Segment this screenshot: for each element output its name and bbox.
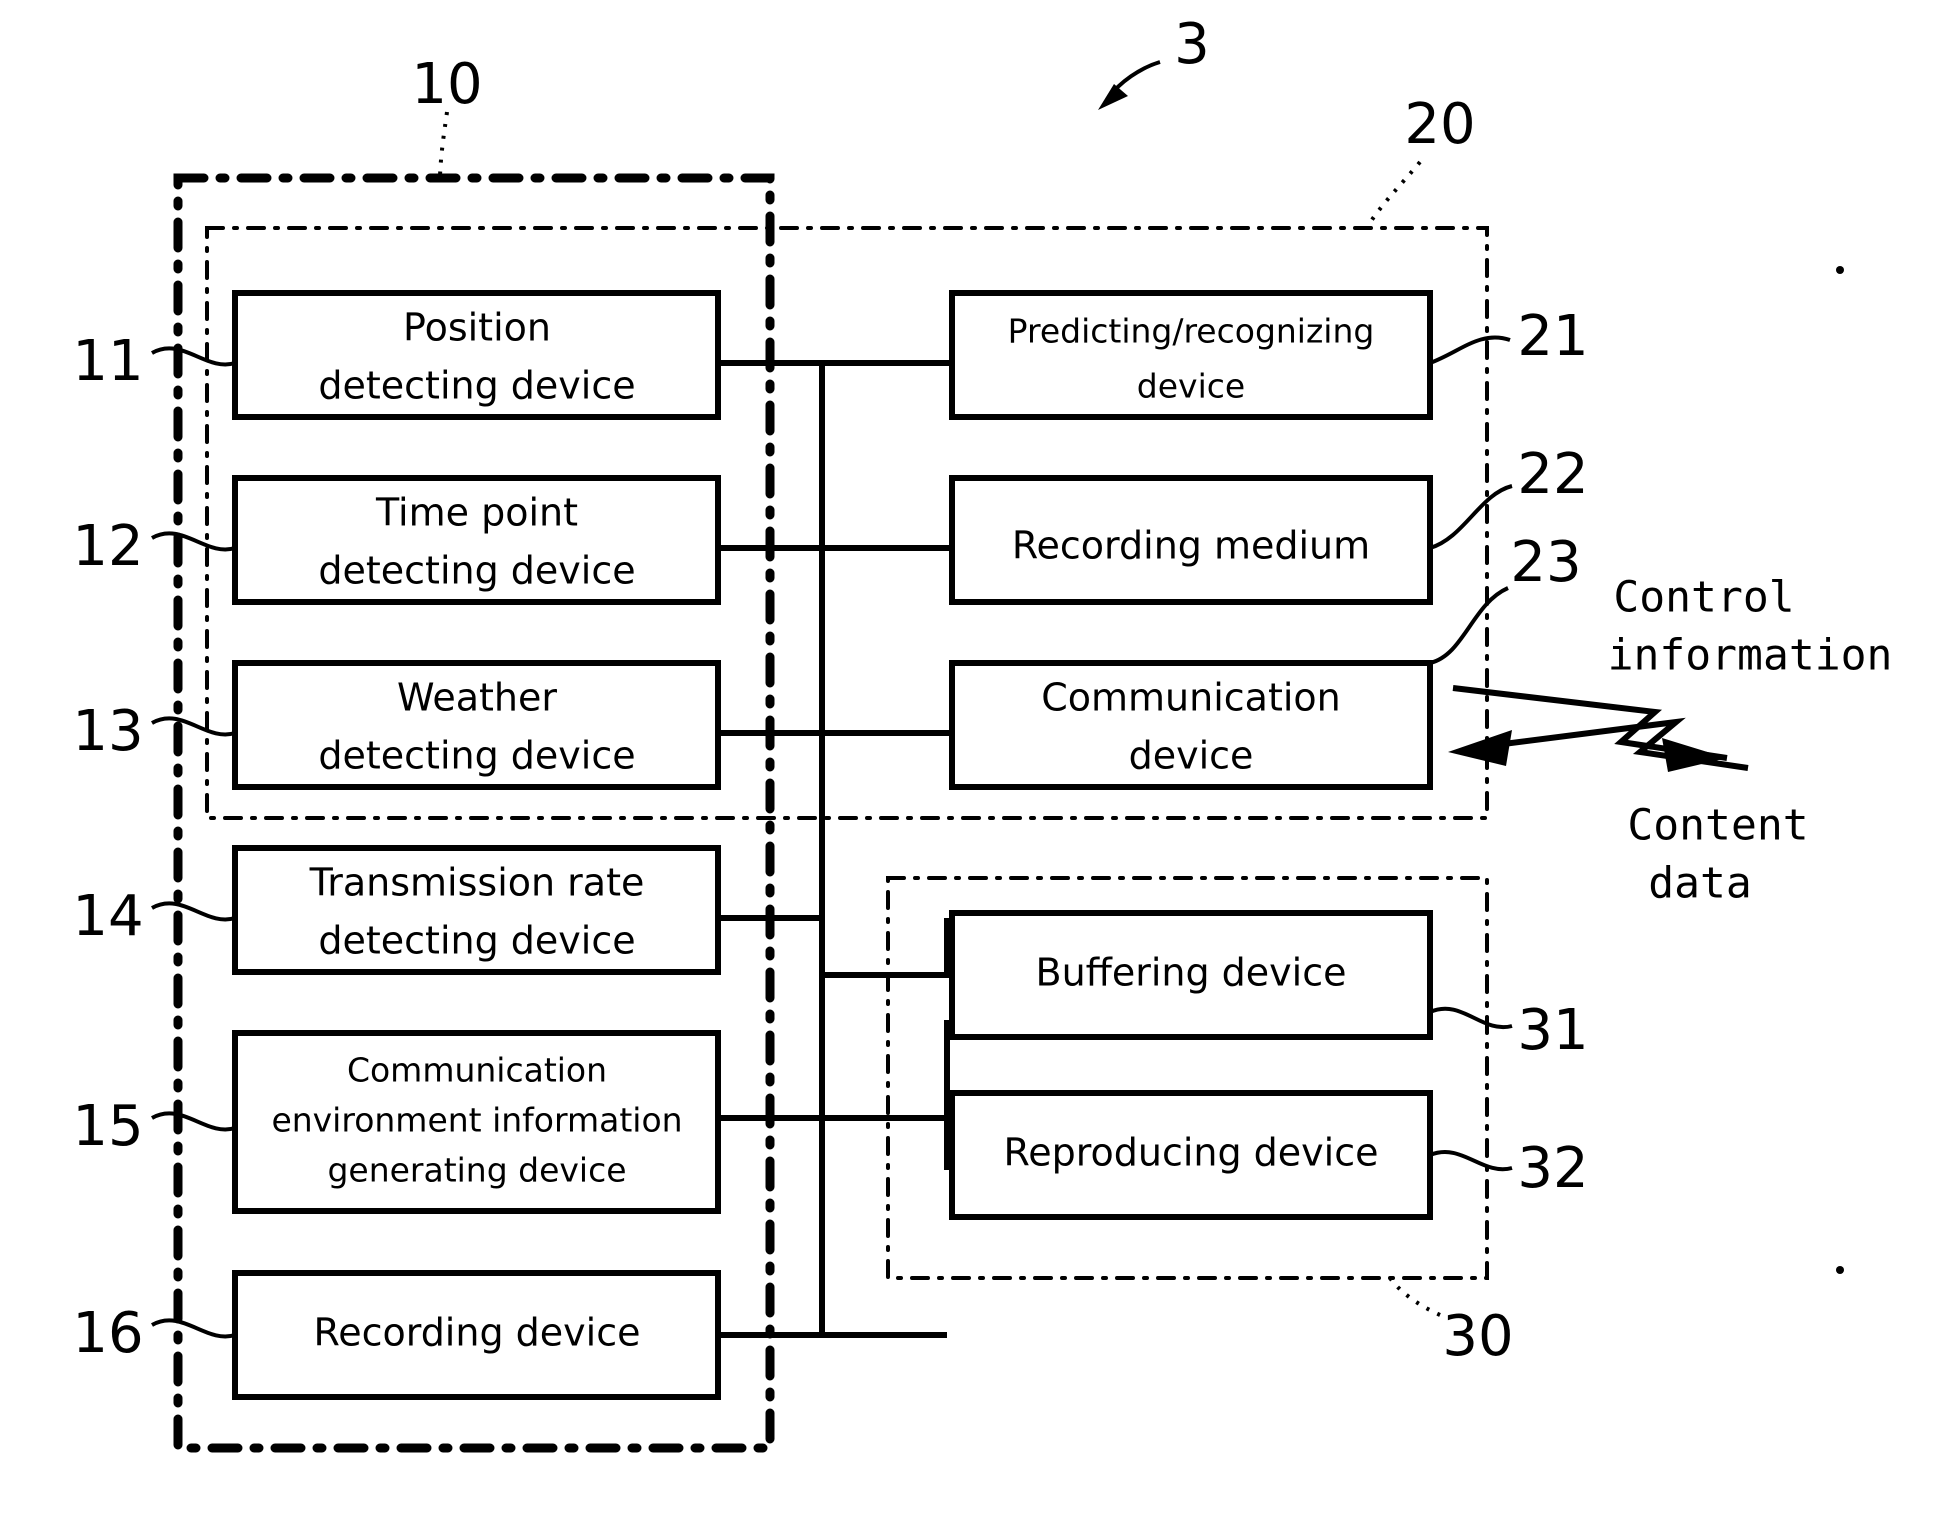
ref-15: 15 [72,1094,143,1159]
ref-16: 16 [72,1301,143,1366]
block-12-line-2: detecting device [318,549,635,593]
ref-30: 30 [1442,1304,1513,1369]
leader-22 [1429,484,1513,550]
diagram-canvas: Position detecting device Time point det… [72,12,1893,1453]
block-23-line-1: Communication [1041,676,1341,720]
leader-11 [151,346,236,367]
signal-content-data: Content data [1448,717,1809,909]
block-14-line-1: Transmission rate [309,861,645,905]
control-information-label-line-1: Control [1613,573,1794,623]
block-15-line-3: generating device [327,1151,626,1190]
block-recording-device[interactable]: Recording device [232,1270,721,1400]
block-22-line-1: Recording medium [1012,524,1370,568]
block-12-line-1: Time point [375,491,578,535]
block-15-line-1: Communication [347,1051,607,1090]
block-weather-detecting-device[interactable]: Weather detecting device [232,660,721,790]
content-data-label-line-2: data [1648,859,1752,909]
block-13-line-2: detecting device [318,734,635,778]
leader-10 [438,111,449,177]
ref-14: 14 [72,884,143,949]
block-31-line-1: Buffering device [1036,951,1347,995]
ref-10: 10 [411,52,482,117]
content-data-label-line-1: Content [1627,801,1808,851]
leader-14 [151,901,236,922]
scan-speck-top-right [1836,266,1844,274]
block-16-line-1: Recording device [314,1311,641,1355]
block-14-line-2: detecting device [318,919,635,963]
block-communication-device[interactable]: Communication device [949,660,1433,790]
block-predicting-recognizing-device[interactable]: Predicting/recognizing device [949,290,1433,420]
ref-22: 22 [1517,442,1588,507]
block-reproducing-device[interactable]: Reproducing device [949,1090,1433,1220]
ref-12: 12 [72,514,143,579]
patent-figure: Position detecting device Time point det… [0,0,1933,1514]
control-information-label-line-2: information [1608,631,1893,681]
ref-31: 31 [1517,998,1588,1063]
block-32-line-1: Reproducing device [1004,1131,1379,1175]
block-recording-medium[interactable]: Recording medium [949,475,1433,605]
leader-15 [151,1111,236,1132]
block-15-line-2: environment information [271,1101,682,1140]
leader-30 [1388,1276,1441,1317]
leader-32 [1429,1150,1513,1172]
leader-20 [1366,160,1422,228]
arrowhead-3 [1098,84,1128,110]
leader-16 [151,1318,236,1339]
block-communication-environment-information-generating-device[interactable]: Communication environment information ge… [232,1030,721,1214]
ref-21: 21 [1517,304,1588,369]
ref-3: 3 [1174,12,1210,77]
block-time-point-detecting-device[interactable]: Time point detecting device [232,475,721,605]
block-21-line-1: Predicting/recognizing [1008,312,1375,351]
block-buffering-device[interactable]: Buffering device [949,910,1433,1040]
block-11-line-2: detecting device [318,364,635,408]
block-11-line-1: Position [403,306,551,350]
ref-11: 11 [72,329,143,394]
block-transmission-rate-detecting-device[interactable]: Transmission rate detecting device [232,845,721,975]
leader-31 [1429,1006,1513,1030]
block-23-line-2: device [1129,734,1254,778]
leader-21 [1429,335,1511,365]
ref-23: 23 [1510,530,1581,595]
block-13-line-1: Weather [397,676,557,720]
leader-13 [151,716,236,737]
ref-13: 13 [72,699,143,764]
scan-speck-bottom-right [1836,1266,1844,1274]
leader-23 [1429,586,1509,665]
ref-32: 32 [1517,1136,1588,1201]
block-position-detecting-device[interactable]: Position detecting device [232,290,721,420]
block-21-line-2: device [1137,367,1245,406]
ref-20: 20 [1404,92,1475,157]
leader-12 [151,531,236,552]
